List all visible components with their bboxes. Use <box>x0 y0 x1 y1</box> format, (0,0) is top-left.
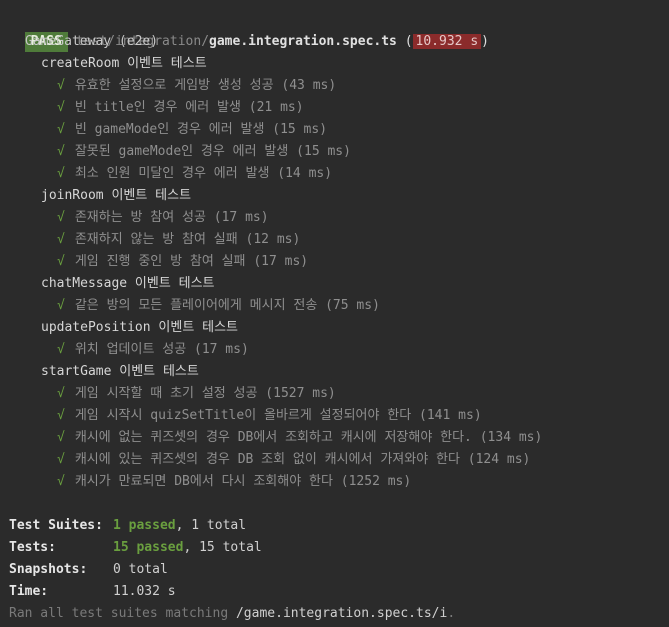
check-icon: √ <box>57 342 65 357</box>
test-case: √ 캐시가 만료되면 DB에서 다시 조회해야 한다 (1252 ms) <box>57 474 412 489</box>
duration-paren-close: ) <box>481 34 489 49</box>
ran-all-suites-message: Ran all test suites matching /game.integ… <box>9 606 456 621</box>
check-icon: √ <box>57 78 65 93</box>
check-icon: √ <box>57 254 65 269</box>
slow-duration-badge: 10.932 s <box>412 34 482 49</box>
summary-tests: Tests: 15 passed, 15 total <box>9 540 262 555</box>
check-icon: √ <box>57 210 65 225</box>
test-case: √ 잘못된 gameMode인 경우 에러 발생 (15 ms) <box>57 144 351 159</box>
check-icon: √ <box>57 166 65 181</box>
suites-passed-count: 1 passed <box>113 518 176 533</box>
test-path-pattern: /game.integration.spec.ts/i <box>235 606 448 621</box>
suite-title: GameGateway (e2e) <box>25 34 159 49</box>
summary-test-suites: Test Suites: 1 passed, 1 total <box>9 518 247 533</box>
duration-paren-open: ( <box>404 34 413 49</box>
summary-snapshots: Snapshots: 0 total <box>9 562 168 577</box>
test-case: √ 게임 시작시 quizSetTitle이 올바르게 설정되어야 한다 (141… <box>57 408 482 423</box>
group-title-createroom: createRoom 이벤트 테스트 <box>41 56 207 71</box>
test-case: √ 위치 업데이트 성공 (17 ms) <box>57 342 249 357</box>
group-title-startgame: startGame 이벤트 테스트 <box>41 364 199 379</box>
test-case: √ 캐시에 없는 퀴즈셋의 경우 DB에서 조회하고 캐시에 저장해야 한다. (… <box>57 430 543 445</box>
test-case: √ 존재하지 않는 방 참여 실패 (12 ms) <box>57 232 301 247</box>
test-case: √ 빈 title인 경우 에러 발생 (21 ms) <box>57 100 304 115</box>
check-icon: √ <box>57 430 65 445</box>
test-case: √ 존재하는 방 참여 성공 (17 ms) <box>57 210 269 225</box>
tests-passed-count: 15 passed <box>113 540 184 555</box>
test-case: √ 최소 인원 미달인 경우 에러 발생 (14 ms) <box>57 166 333 181</box>
check-icon: √ <box>57 386 65 401</box>
test-case: √ 게임 진행 중인 방 참여 실패 (17 ms) <box>57 254 309 269</box>
check-icon: √ <box>57 232 65 247</box>
test-case: √ 캐시에 있는 퀴즈셋의 경우 DB 조회 없이 캐시에서 가져와야 한다 (1… <box>57 452 531 467</box>
group-title-joinroom: joinRoom 이벤트 테스트 <box>41 188 192 203</box>
check-icon: √ <box>57 298 65 313</box>
test-case: √ 같은 방의 모든 플레이어에게 메시지 전송 (75 ms) <box>57 298 380 313</box>
group-title-updateposition: updatePosition 이벤트 테스트 <box>41 320 238 335</box>
test-case: √ 빈 gameMode인 경우 에러 발생 (15 ms) <box>57 122 328 137</box>
check-icon: √ <box>57 122 65 137</box>
test-case: √ 유효한 설정으로 게임방 생성 성공 (43 ms) <box>57 78 337 93</box>
check-icon: √ <box>57 408 65 423</box>
summary-time: Time: 11.032 s <box>9 584 176 599</box>
test-result-header: PASS test/integration/game.integration.sp… <box>9 9 489 52</box>
check-icon: √ <box>57 144 65 159</box>
group-title-chatmessage: chatMessage 이벤트 테스트 <box>41 276 215 291</box>
test-file-name: game.integration.spec.ts <box>209 34 397 49</box>
check-icon: √ <box>57 100 65 115</box>
check-icon: √ <box>57 452 65 467</box>
test-case: √ 게임 시작할 때 초기 설정 성공 (1527 ms) <box>57 386 336 401</box>
check-icon: √ <box>57 474 65 489</box>
